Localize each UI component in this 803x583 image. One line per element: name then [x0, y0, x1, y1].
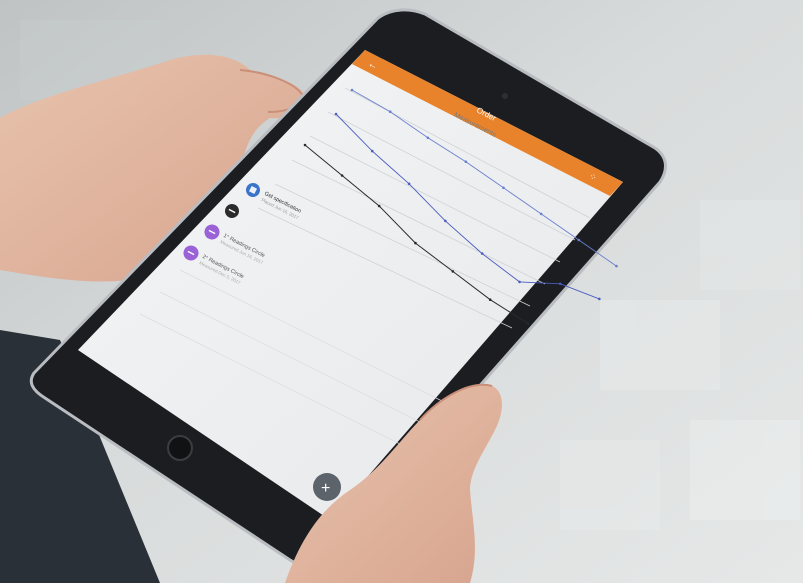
data-point [340, 174, 344, 177]
add-fab[interactable]: + [313, 473, 341, 501]
data-point [444, 219, 447, 223]
data-point [615, 264, 618, 268]
data-point [334, 112, 338, 116]
data-point [370, 149, 374, 153]
data-point [407, 182, 411, 186]
data-point [518, 280, 521, 284]
data-point [558, 282, 562, 286]
data-point [350, 88, 354, 92]
data-point [451, 270, 455, 273]
plus-icon: + [321, 480, 330, 497]
data-point [303, 143, 307, 147]
front-camera [502, 93, 508, 99]
data-point [377, 204, 381, 208]
data-point [502, 186, 505, 190]
data-point [577, 238, 581, 242]
data-point [526, 322, 530, 325]
data-point [488, 298, 492, 302]
data-point [414, 241, 417, 245]
photo-scene: ← Order Measurements ⁘ Gel specification… [0, 0, 803, 583]
data-point [388, 110, 392, 113]
data-point [464, 160, 468, 163]
data-point [598, 297, 601, 301]
data-point [539, 212, 543, 216]
data-point [426, 136, 430, 140]
data-point [480, 252, 484, 255]
home-button[interactable] [167, 435, 193, 461]
